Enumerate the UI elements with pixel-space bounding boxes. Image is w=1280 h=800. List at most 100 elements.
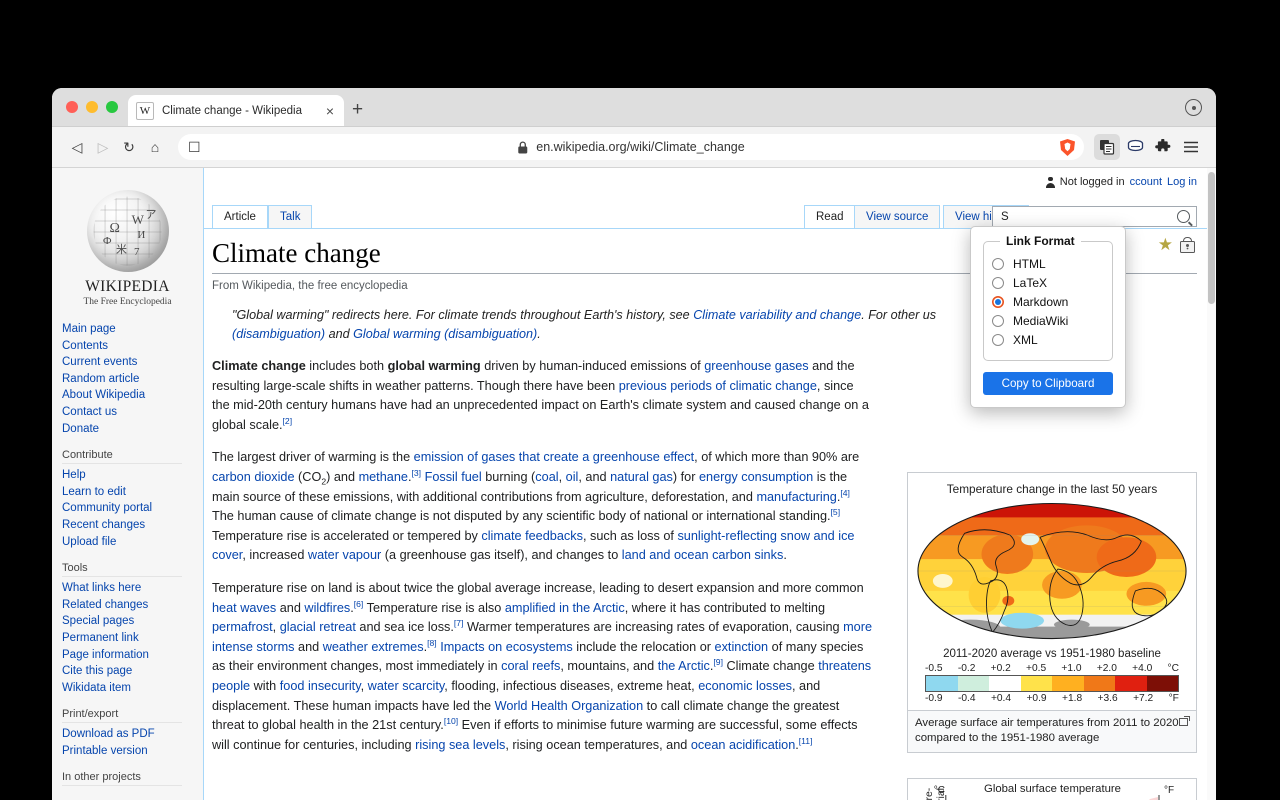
wikipedia-search-box[interactable]	[992, 206, 1197, 227]
close-window-button[interactable]	[66, 101, 78, 113]
radio-option-mediawiki[interactable]: MediaWiki	[992, 314, 1104, 328]
radio-button-icon[interactable]	[992, 334, 1004, 346]
article-link[interactable]: food insecurity	[280, 679, 361, 693]
radio-option-xml[interactable]: XML	[992, 333, 1104, 347]
reload-button[interactable]: ↻	[116, 134, 142, 160]
article-link[interactable]: manufacturing	[756, 490, 836, 504]
article-link[interactable]: land and ocean carbon sinks	[622, 548, 784, 562]
tab-article[interactable]: Article	[212, 205, 268, 228]
sidebar-item-download-as-pdf[interactable]: Download as PDF	[62, 726, 203, 743]
article-link[interactable]: coal	[535, 470, 558, 484]
sidebar-item-about-wikipedia[interactable]: About Wikipedia	[62, 387, 203, 404]
hatnote-link-disambiguation[interactable]: (disambiguation)	[232, 327, 325, 341]
radio-button-icon[interactable]	[992, 296, 1004, 308]
search-input[interactable]	[999, 209, 1177, 224]
wikipedia-logo[interactable]: Ω W И 米 ア 7 Ф WIKIPEDIA The Free Encyclo…	[52, 190, 203, 307]
radio-option-html[interactable]: HTML	[992, 257, 1104, 271]
maximize-window-button[interactable]	[106, 101, 118, 113]
back-button[interactable]: ◁	[64, 134, 90, 160]
browser-tab[interactable]: W Climate change - Wikipedia ×	[128, 95, 344, 126]
log-in-link[interactable]: Log in	[1167, 176, 1197, 188]
sidebar-item-what-links-here[interactable]: What links here	[62, 580, 203, 597]
citation-reference[interactable]: [10]	[444, 716, 458, 726]
article-link[interactable]: Fossil fuel	[425, 470, 482, 484]
article-link[interactable]: economic losses	[698, 679, 792, 693]
search-icon[interactable]	[1177, 210, 1190, 223]
article-link[interactable]: methane	[359, 470, 408, 484]
radio-option-latex[interactable]: LaTeX	[992, 276, 1104, 290]
sidebar-item-community-portal[interactable]: Community portal	[62, 500, 203, 517]
sidebar-item-contact-us[interactable]: Contact us	[62, 404, 203, 421]
sidebar-item-printable-version[interactable]: Printable version	[62, 743, 203, 760]
sidebar-item-random-article[interactable]: Random article	[62, 371, 203, 388]
article-link[interactable]: water scarcity	[368, 679, 445, 693]
article-link[interactable]: Impacts on ecosystems	[440, 640, 573, 654]
citation-reference[interactable]: [4]	[840, 487, 850, 497]
citation-reference[interactable]: [6]	[354, 598, 364, 608]
sidebar-item-page-information[interactable]: Page information	[62, 647, 203, 664]
article-link[interactable]: natural gas	[610, 470, 673, 484]
citation-reference[interactable]: [3]	[411, 468, 421, 478]
tab-list-button[interactable]	[1185, 99, 1202, 116]
create-account-link[interactable]: ccount	[1130, 176, 1162, 188]
sidebar-item-contents[interactable]: Contents	[62, 338, 203, 355]
page-scrollbar[interactable]	[1207, 168, 1216, 800]
sidebar-item-donate[interactable]: Donate	[62, 421, 203, 438]
brave-shields-icon[interactable]	[1057, 137, 1078, 158]
citation-reference[interactable]: [11]	[799, 735, 813, 745]
forward-button[interactable]: ▷	[90, 134, 116, 160]
article-link[interactable]: coral reefs	[501, 659, 560, 673]
citation-reference[interactable]: [9]	[713, 657, 723, 667]
expand-image-icon[interactable]	[1179, 716, 1190, 726]
radio-button-icon[interactable]	[992, 258, 1004, 270]
article-link[interactable]: amplified in the Arctic	[505, 601, 625, 615]
article-link[interactable]: extinction	[715, 640, 769, 654]
copy-links-icon[interactable]	[1094, 134, 1120, 160]
sidebar-item-learn-to-edit[interactable]: Learn to edit	[62, 484, 203, 501]
new-tab-button[interactable]: +	[352, 100, 363, 119]
sidebar-item-help[interactable]: Help	[62, 467, 203, 484]
citation-reference[interactable]: [5]	[831, 507, 841, 517]
citation-reference[interactable]: [8]	[427, 637, 437, 647]
article-link[interactable]: carbon dioxide	[212, 470, 295, 484]
scrollbar-thumb[interactable]	[1208, 172, 1215, 304]
minimize-window-button[interactable]	[86, 101, 98, 113]
bookmark-icon[interactable]: ☐	[188, 134, 201, 160]
tab-read[interactable]: Read	[804, 205, 856, 228]
home-button[interactable]: ⌂	[142, 134, 168, 160]
article-link[interactable]: glacial retreat	[280, 620, 356, 634]
article-link[interactable]: water vapour	[308, 548, 381, 562]
tab-view-source[interactable]: View source	[854, 205, 941, 228]
article-link[interactable]: ocean acidification	[691, 738, 795, 752]
sidebar-item-special-pages[interactable]: Special pages	[62, 613, 203, 630]
sidebar-item-main-page[interactable]: Main page	[62, 321, 203, 338]
sidebar-item-permanent-link[interactable]: Permanent link	[62, 630, 203, 647]
sidebar-item-current-events[interactable]: Current events	[62, 354, 203, 371]
article-link[interactable]: the Arctic	[658, 659, 710, 673]
article-link[interactable]: World Health Organization	[495, 699, 644, 713]
article-link[interactable]: energy consumption	[699, 470, 813, 484]
sidebar-item-wikidata-item[interactable]: Wikidata item	[62, 680, 203, 697]
copy-to-clipboard-button[interactable]: Copy to Clipboard	[983, 372, 1113, 395]
citation-reference[interactable]: [2]	[283, 416, 293, 426]
article-link[interactable]: oil	[566, 470, 579, 484]
tab-talk[interactable]: Talk	[268, 205, 313, 228]
article-link[interactable]: permafrost	[212, 620, 273, 634]
article-link[interactable]: rising sea levels	[415, 738, 505, 752]
extensions-puzzle-icon[interactable]	[1150, 134, 1176, 160]
article-link[interactable]: greenhouse gases	[704, 359, 808, 373]
sidebar-item-related-changes[interactable]: Related changes	[62, 597, 203, 614]
article-link[interactable]: previous periods of climatic change	[619, 379, 817, 393]
article-link[interactable]: wildfires	[304, 601, 350, 615]
menu-hamburger-icon[interactable]	[1178, 134, 1204, 160]
article-link[interactable]: climate feedbacks	[481, 529, 583, 543]
radio-button-icon[interactable]	[992, 315, 1004, 327]
sidebar-item-upload-file[interactable]: Upload file	[62, 534, 203, 551]
close-tab-button[interactable]: ×	[324, 104, 336, 118]
radio-button-icon[interactable]	[992, 277, 1004, 289]
hatnote-link-climate-variability[interactable]: Climate variability and change	[693, 308, 861, 322]
address-bar[interactable]: ☐ en.wikipedia.org/wiki/Climate_change	[178, 134, 1084, 160]
article-link[interactable]: emission of gases that create a greenhou…	[414, 450, 694, 464]
sidebery-icon[interactable]	[1122, 134, 1148, 160]
radio-option-markdown[interactable]: Markdown	[992, 295, 1104, 309]
